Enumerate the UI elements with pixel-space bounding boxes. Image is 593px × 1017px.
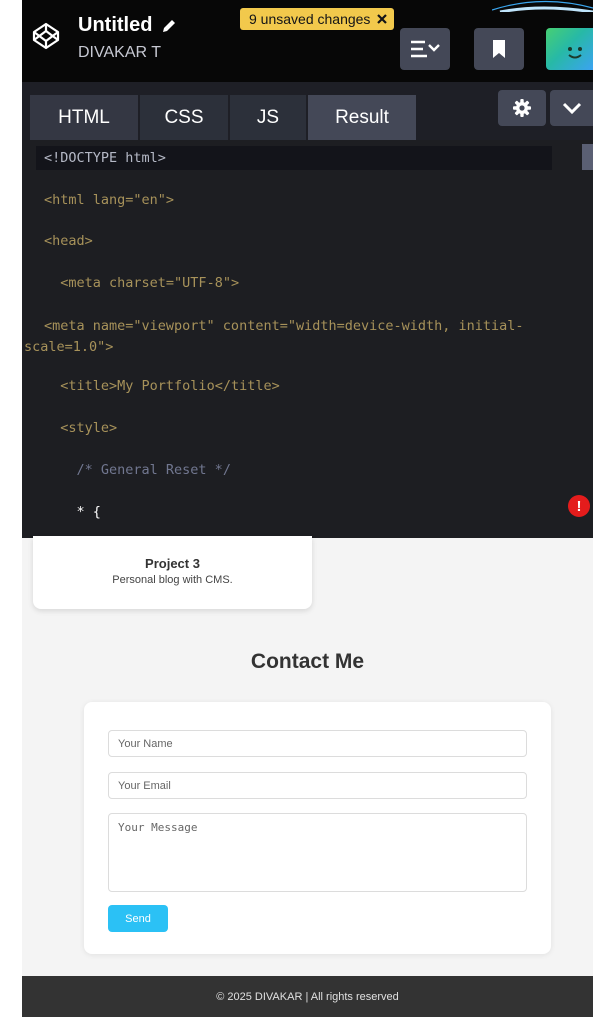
- code-line-1: <!DOCTYPE html>: [44, 148, 166, 169]
- editor-scrollbar[interactable]: [582, 144, 593, 170]
- tab-js[interactable]: JS: [230, 95, 306, 140]
- avatar-icon: [568, 47, 582, 59]
- code-text: <title>My Portfolio</title>: [60, 378, 280, 394]
- code-line-5: <meta name="viewport" content="width=dev…: [24, 316, 544, 358]
- footer-text: © 2025 DIVAKAR | All rights reserved: [216, 990, 399, 1003]
- unsaved-changes-badge[interactable]: 9 unsaved changes: [240, 8, 395, 30]
- project-card: Project 3 Personal blog with CMS.: [33, 536, 312, 609]
- editor-header: Untitled DIVAKAR T 9 unsaved changes: [22, 0, 593, 82]
- bookmark-icon: [493, 40, 505, 58]
- editor-collapse-button[interactable]: [550, 90, 593, 126]
- code-text: <meta name="viewport" content="width=dev…: [24, 318, 524, 355]
- contact-form: Send: [84, 702, 551, 954]
- code-line-8: /* General Reset */: [44, 460, 231, 481]
- chevron-down-icon: [562, 102, 581, 115]
- tab-html[interactable]: HTML: [30, 95, 138, 140]
- contact-heading: Contact Me: [250, 650, 365, 673]
- result-preview: Project 3 Personal blog with CMS. Contac…: [22, 536, 593, 976]
- send-button[interactable]: Send: [108, 905, 168, 932]
- gear-icon: [513, 99, 531, 117]
- decorative-line: [492, 0, 593, 12]
- code-line-6: <title>My Portfolio</title>: [44, 376, 280, 397]
- bookmark-button[interactable]: [474, 28, 524, 70]
- pen-title[interactable]: Untitled: [78, 14, 152, 37]
- codepen-logo-icon[interactable]: [32, 22, 60, 50]
- pencil-icon[interactable]: [160, 17, 178, 35]
- code-text: <style>: [60, 420, 118, 436]
- project-title: Project 3: [145, 556, 200, 571]
- code-text: <head>: [44, 233, 93, 249]
- error-icon[interactable]: !: [568, 495, 590, 517]
- code-line-4: <meta charset="UTF-8">: [44, 273, 239, 294]
- code-text: <meta charset="UTF-8">: [60, 275, 240, 291]
- message-textarea[interactable]: [108, 813, 527, 892]
- tab-result[interactable]: Result: [308, 95, 416, 140]
- code-line-2: <html lang="en">: [44, 190, 174, 211]
- email-input[interactable]: [108, 772, 527, 799]
- code-line-3: <head>: [44, 231, 93, 252]
- name-input[interactable]: [108, 730, 527, 757]
- code-text: /* General Reset */: [76, 462, 231, 478]
- change-view-button[interactable]: [400, 28, 450, 70]
- pen-author[interactable]: DIVAKAR T: [78, 44, 161, 62]
- code-line-7: <style>: [44, 418, 117, 439]
- code-text: <!DOCTYPE html>: [44, 150, 166, 166]
- editor-tabs-bar: HTML CSS JS Result: [22, 82, 593, 140]
- project-description: Personal blog with CMS.: [112, 574, 233, 586]
- pen-title-row: Untitled: [78, 14, 178, 37]
- code-line-9: * {: [44, 502, 101, 523]
- code-text: <html lang="en">: [44, 192, 175, 208]
- code-text: * {: [76, 504, 101, 520]
- avatar[interactable]: [546, 28, 593, 70]
- code-editor[interactable]: <!DOCTYPE html> <html lang="en"> <head> …: [22, 140, 593, 538]
- close-icon[interactable]: [376, 13, 388, 25]
- editor-settings-button[interactable]: [498, 90, 546, 126]
- unsaved-changes-text: 9 unsaved changes: [249, 11, 371, 27]
- tab-css[interactable]: CSS: [140, 95, 228, 140]
- site-footer: © 2025 DIVAKAR | All rights reserved: [22, 976, 593, 1017]
- layout-icon: [411, 40, 440, 58]
